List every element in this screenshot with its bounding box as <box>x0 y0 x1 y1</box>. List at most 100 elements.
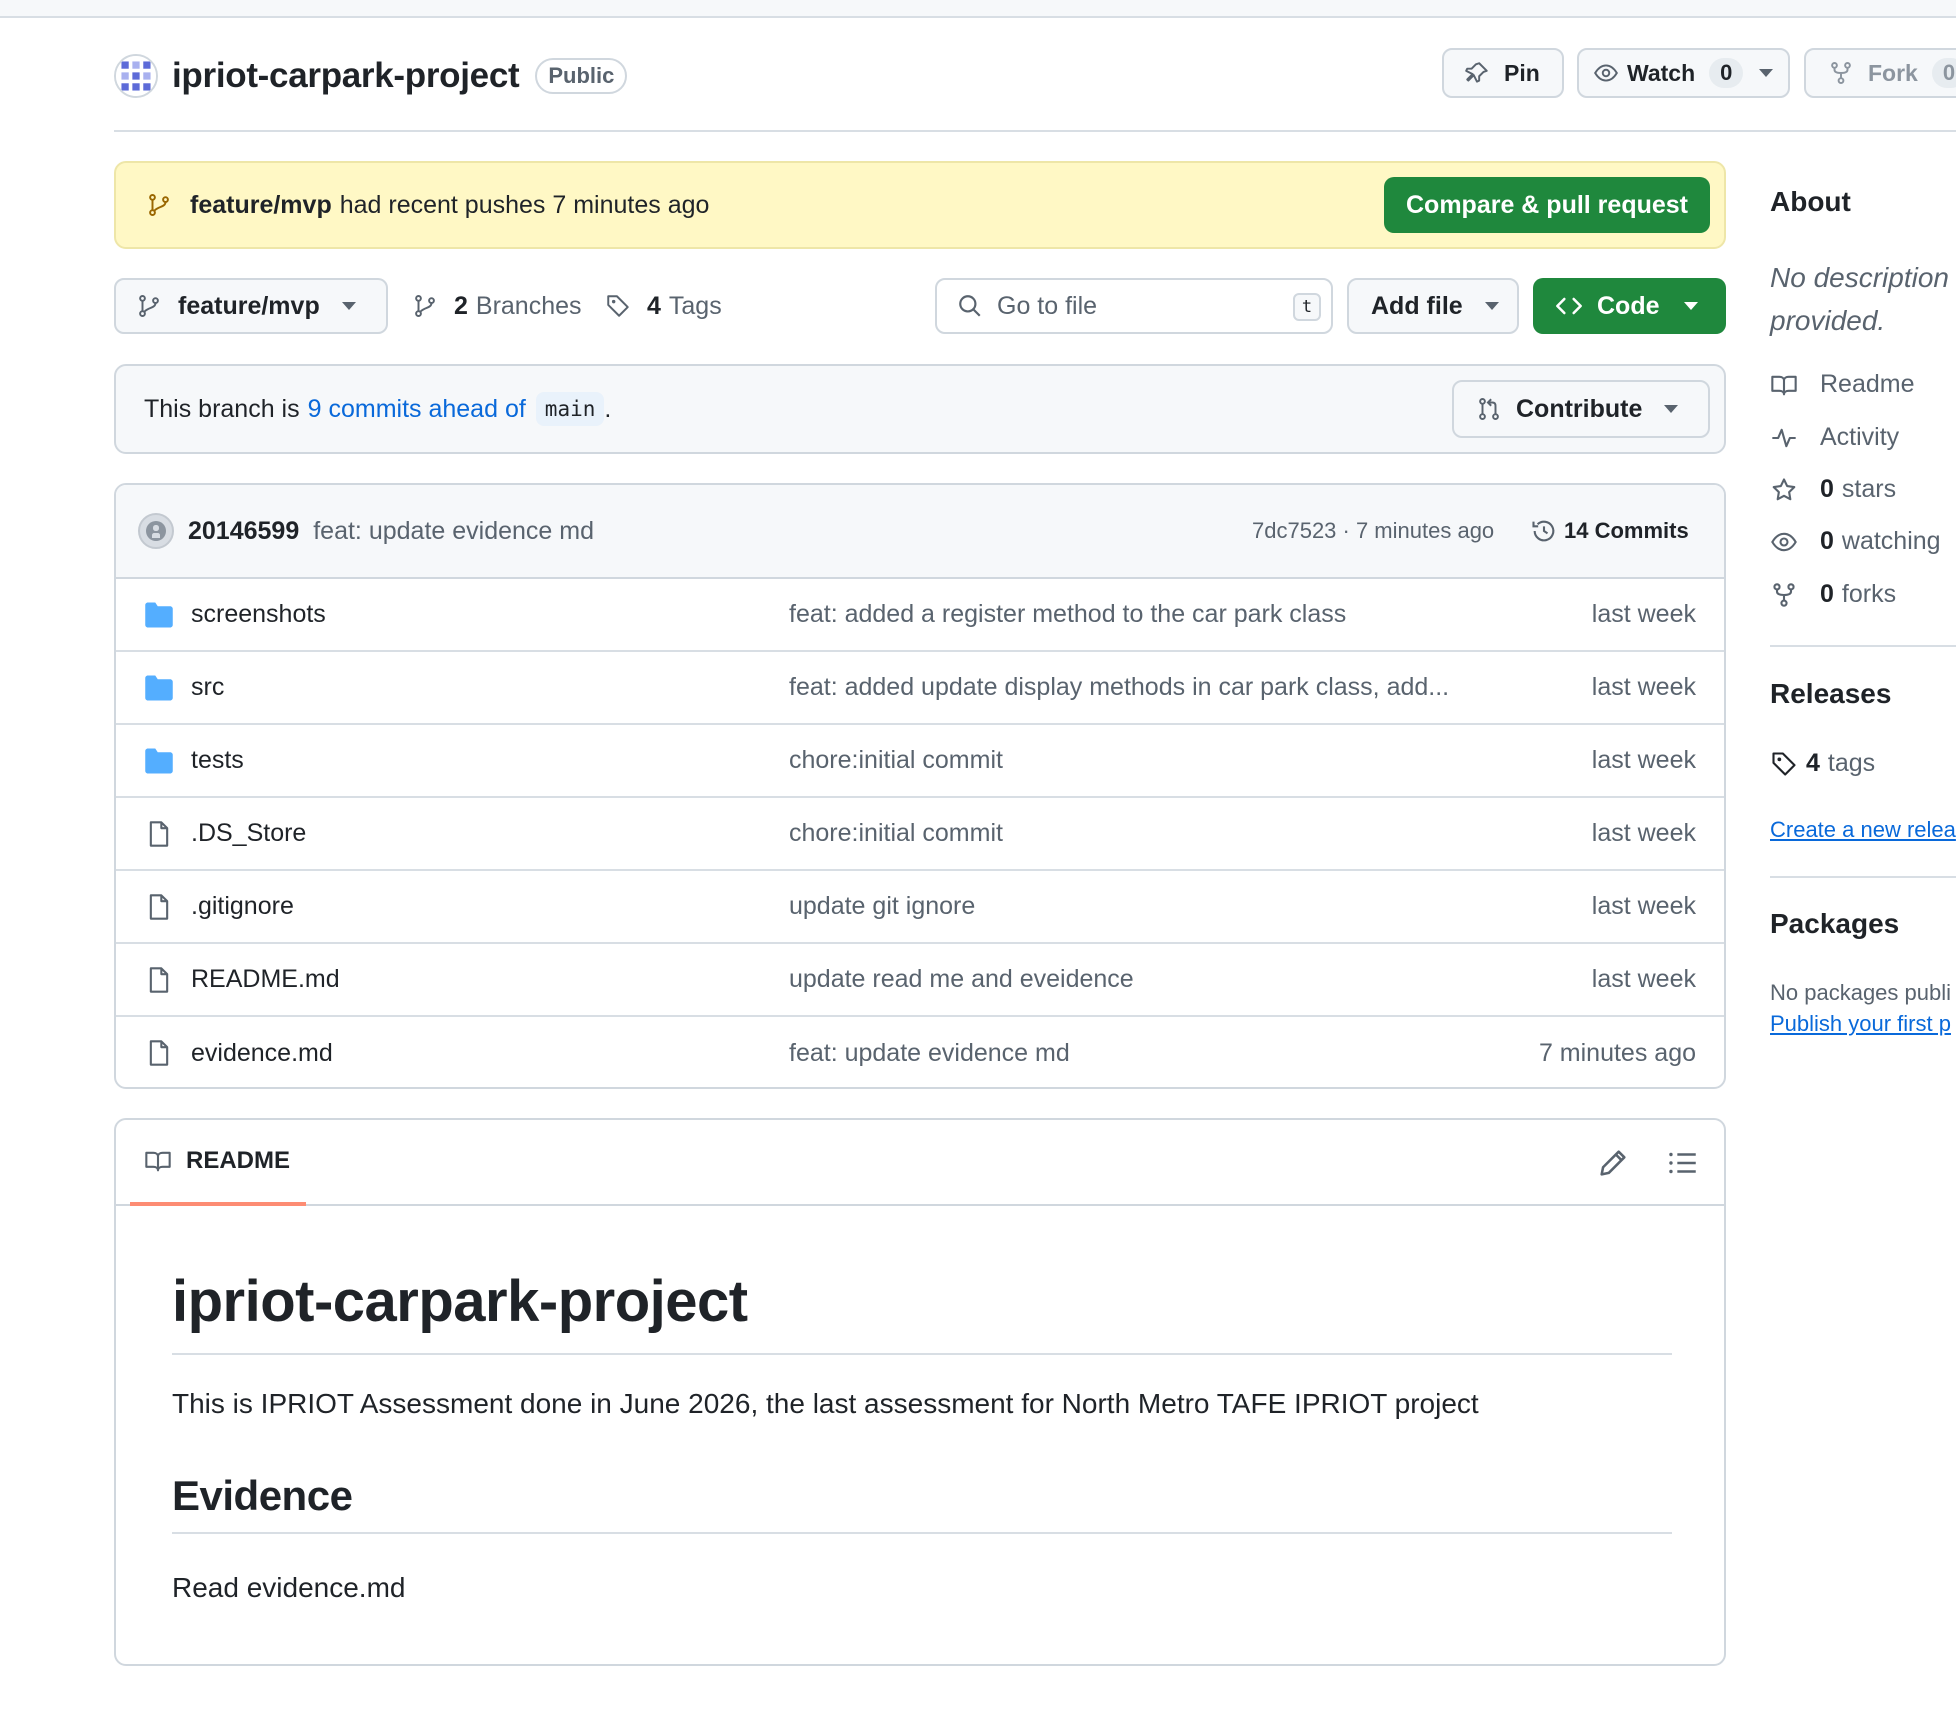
file-commit-message[interactable]: feat: added a register method to the car… <box>789 600 1346 629</box>
contribute-button[interactable]: Contribute <box>1452 380 1710 438</box>
readme-intro: This is IPRIOT Assessment done in June 2… <box>172 1388 1479 1419</box>
stars-count: 0 <box>1820 475 1834 503</box>
file-row[interactable]: evidence.md feat: update evidence md 7 min… <box>116 1017 1724 1087</box>
readme-panel: README ipriot-carpark-project This is IP… <box>114 1118 1726 1666</box>
code-icon <box>1556 297 1582 315</box>
file-name-link[interactable]: tests <box>191 746 244 775</box>
release-tags-label: tags <box>1827 749 1876 777</box>
code-button[interactable]: Code <box>1533 278 1726 334</box>
file-commit-message[interactable]: feat: update evidence md <box>789 1039 1070 1068</box>
file-commit-message[interactable]: chore:initial commit <box>789 746 1003 775</box>
file-commit-date: last week <box>1591 892 1696 920</box>
recent-push-banner: feature/mvp had recent pushes 7 minutes … <box>114 161 1726 249</box>
go-to-file-input[interactable]: Go to file t <box>935 278 1333 334</box>
owner-avatar[interactable] <box>114 54 158 98</box>
sidebar-forks-link[interactable]: 0 forks <box>1770 580 1896 609</box>
fork-icon <box>1773 582 1795 607</box>
file-commit-message[interactable]: chore:initial commit <box>789 819 1003 848</box>
sidebar-divider <box>1770 645 1956 647</box>
book-icon <box>145 1151 171 1172</box>
file-row[interactable]: src feat: added update display methods in… <box>116 652 1724 725</box>
branch-icon <box>415 295 435 317</box>
eye-icon <box>1594 64 1618 82</box>
tag-icon <box>607 295 629 317</box>
latest-commit-bar: 20146599 feat: update evidence md 7dc752… <box>116 485 1724 579</box>
sidebar-activity-link[interactable]: Activity <box>1770 423 1899 452</box>
chevron-down-icon <box>1664 405 1679 413</box>
branches-link[interactable]: 2 Branches <box>412 278 582 334</box>
sidebar-readme-link[interactable]: Readme <box>1770 370 1915 399</box>
file-icon <box>149 894 169 920</box>
file-commit-date: last week <box>1591 600 1696 628</box>
description-line: provided. <box>1770 305 1886 336</box>
file-row[interactable]: screenshots feat: added a register method… <box>116 579 1724 652</box>
publish-package-link[interactable]: Publish your first p <box>1770 1011 1951 1037</box>
branches-count: 2 <box>454 291 468 320</box>
file-name-link[interactable]: README.md <box>191 965 340 994</box>
readme-body: Read evidence.md <box>172 1572 406 1603</box>
ahead-prefix: This branch is <box>144 394 300 423</box>
file-commit-message[interactable]: feat: added update display methods in ca… <box>789 673 1449 702</box>
watch-label: Watch <box>1627 59 1696 86</box>
sidebar-stars-link[interactable]: 0 stars <box>1770 475 1896 504</box>
browser-top-strip <box>0 0 1956 18</box>
current-branch-label: feature/mvp <box>178 291 320 320</box>
fork-icon <box>1831 62 1851 84</box>
release-tags-count: 4 <box>1806 749 1820 777</box>
file-commit-message[interactable]: update git ignore <box>789 892 975 921</box>
watch-count: 0 <box>1709 58 1744 88</box>
book-icon <box>1771 375 1797 395</box>
folder-icon <box>145 602 173 628</box>
stars-label: stars <box>1841 475 1897 503</box>
commits-history-link[interactable]: 14 Commits <box>1530 517 1689 545</box>
file-commit-date: last week <box>1591 746 1696 774</box>
forks-count: 0 <box>1820 580 1834 608</box>
readme-evidence-heading: Evidence <box>172 1472 1672 1534</box>
fork-button[interactable]: Fork 0 <box>1804 48 1956 98</box>
contribute-label: Contribute <box>1516 394 1643 423</box>
file-name-link[interactable]: screenshots <box>191 600 326 629</box>
commit-hash-time[interactable]: 7dc7523 · 7 minutes ago <box>1252 518 1494 544</box>
about-heading: About <box>1770 186 1851 217</box>
fork-label: Fork <box>1868 59 1918 86</box>
chevron-down-icon <box>1484 302 1499 310</box>
fork-count: 0 <box>1931 58 1956 88</box>
readme-tab-label: README <box>186 1147 291 1174</box>
readme-title: ipriot-carpark-project <box>172 1268 1672 1355</box>
sidebar-watching-link[interactable]: 0 watching <box>1770 527 1941 556</box>
commit-message[interactable]: feat: update evidence md <box>313 517 594 546</box>
file-row[interactable]: README.md update read me and eveidence las… <box>116 944 1724 1017</box>
commit-author[interactable]: 20146599 <box>188 517 299 546</box>
search-placeholder: Go to file <box>997 291 1098 320</box>
base-branch-code: main <box>535 392 605 426</box>
edit-pencil-icon[interactable] <box>1596 1146 1630 1180</box>
sidebar-tags-link[interactable]: 4 tags <box>1770 749 1875 778</box>
file-row[interactable]: .DS_Store chore:initial commit last week <box>116 798 1724 871</box>
folder-icon <box>145 675 173 701</box>
add-file-button[interactable]: Add file <box>1347 278 1519 334</box>
watch-button[interactable]: Watch 0 <box>1577 48 1790 98</box>
file-name-link[interactable]: .gitignore <box>191 892 294 921</box>
tab-readme[interactable]: README <box>130 1120 306 1206</box>
file-row[interactable]: tests chore:initial commit last week <box>116 725 1724 798</box>
commit-author-avatar[interactable] <box>138 513 174 549</box>
packages-heading[interactable]: Packages <box>1770 908 1899 940</box>
repo-name-link[interactable]: ipriot-carpark-project <box>172 56 520 96</box>
file-commit-message[interactable]: update read me and eveidence <box>789 965 1134 994</box>
tags-link[interactable]: 4 Tags <box>605 278 722 334</box>
branch-selector-button[interactable]: feature/mvp <box>114 278 388 334</box>
releases-heading[interactable]: Releases <box>1770 678 1891 710</box>
compare-pull-request-button[interactable]: Compare & pull request <box>1384 177 1710 233</box>
chevron-down-icon <box>1683 302 1698 310</box>
keyboard-shortcut-hint: t <box>1293 293 1321 321</box>
file-name-link[interactable]: src <box>191 673 224 702</box>
pin-button[interactable]: Pin <box>1442 48 1564 98</box>
file-row[interactable]: .gitignore update git ignore last week <box>116 871 1724 944</box>
file-name-link[interactable]: evidence.md <box>191 1039 333 1068</box>
sidebar-divider <box>1770 876 1956 878</box>
outline-list-icon[interactable] <box>1666 1146 1700 1180</box>
create-release-link[interactable]: Create a new relea <box>1770 817 1956 843</box>
commits-ahead-link[interactable]: 9 commits ahead of <box>308 395 526 424</box>
file-name-link[interactable]: .DS_Store <box>191 819 306 848</box>
commits-count-label: 14 Commits <box>1564 518 1689 543</box>
